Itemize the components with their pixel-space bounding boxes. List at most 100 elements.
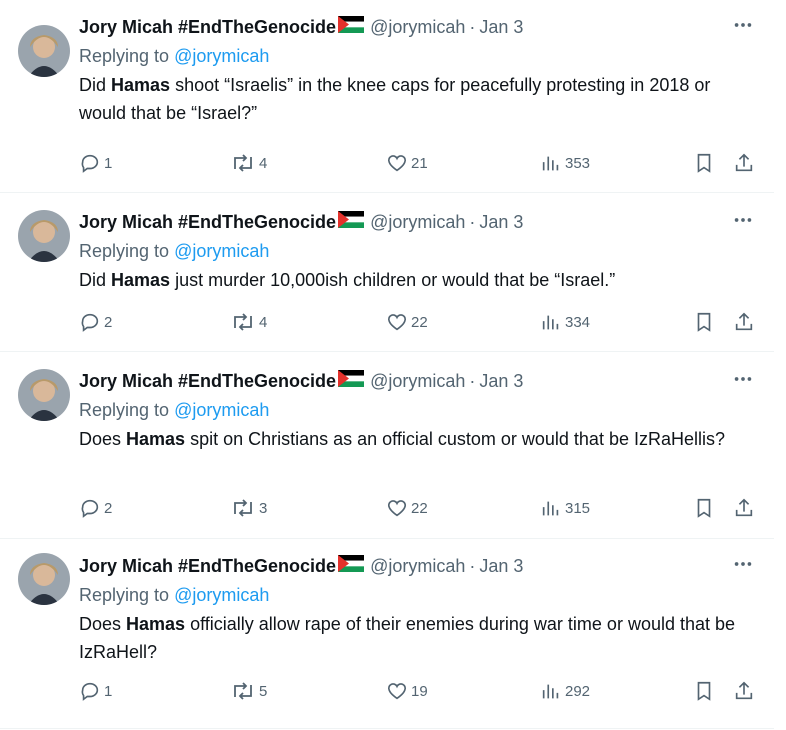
like-button[interactable]: 19 — [386, 680, 428, 702]
handle[interactable]: @jorymicah — [370, 556, 465, 577]
like-count: 21 — [411, 154, 428, 172]
display-name[interactable]: Jory Micah #EndTheGenocide — [79, 212, 336, 233]
tweet-text: Does Hamas spit on Christians as an offi… — [79, 425, 760, 453]
heart-icon — [386, 680, 408, 702]
views-icon — [540, 152, 562, 174]
more-icon[interactable] — [732, 368, 754, 395]
display-name[interactable]: Jory Micah #EndTheGenocide — [79, 17, 336, 38]
tweet-content: Jory Micah #EndTheGenocide @jorymicah · … — [79, 368, 760, 453]
tweet-text-bold: Hamas — [126, 614, 186, 634]
tweet-text: Did Hamas just murder 10,000ish children… — [79, 266, 760, 294]
tweet[interactable]: Jory Micah #EndTheGenocide @jorymicah · … — [0, 539, 774, 729]
repost-icon — [230, 497, 256, 519]
palestine-flag-icon — [338, 370, 365, 392]
bookmark-button[interactable] — [693, 311, 715, 333]
view-count: 315 — [565, 499, 591, 517]
bookmark-icon — [693, 680, 715, 702]
repost-button[interactable]: 4 — [230, 152, 267, 174]
replying-to-label: Replying to — [79, 46, 175, 66]
reply-button[interactable]: 2 — [79, 311, 112, 333]
tweet[interactable]: Jory Micah #EndTheGenocide @jorymicah · … — [0, 352, 774, 539]
tweet[interactable]: Jory Micah #EndTheGenocide @jorymicah · … — [0, 0, 774, 193]
bookmark-icon — [693, 497, 715, 519]
reply-button[interactable]: 1 — [79, 680, 112, 702]
replying-to-mention[interactable]: @jorymicah — [174, 400, 269, 420]
share-icon — [733, 152, 755, 174]
separator: · — [469, 370, 476, 391]
tweet-content: Jory Micah #EndTheGenocide @jorymicah · … — [79, 209, 760, 294]
display-name[interactable]: Jory Micah #EndTheGenocide — [79, 556, 336, 577]
avatar[interactable] — [18, 369, 70, 421]
views-icon — [540, 497, 562, 519]
replying-to: Replying to @jorymicah — [79, 238, 760, 264]
replying-to-mention[interactable]: @jorymicah — [174, 585, 269, 605]
replying-to-mention[interactable]: @jorymicah — [174, 46, 269, 66]
reply-count: 1 — [104, 682, 113, 700]
avatar[interactable] — [18, 25, 70, 77]
palestine-flag-icon — [338, 555, 365, 577]
tweet-content: Jory Micah #EndTheGenocide @jorymicah · … — [79, 14, 760, 127]
share-button[interactable] — [733, 311, 755, 333]
tweet-text-post: spit on Christians as an official custom… — [185, 429, 725, 449]
repost-button[interactable]: 5 — [230, 680, 267, 702]
tweet-header: Jory Micah #EndTheGenocide @jorymicah · … — [79, 368, 760, 394]
views-button[interactable]: 353 — [540, 152, 590, 174]
tweet-actions: 2 3 22 315 — [0, 497, 774, 523]
view-count: 292 — [565, 682, 591, 700]
views-button[interactable]: 292 — [540, 680, 590, 702]
more-icon[interactable] — [732, 14, 754, 41]
reply-button[interactable]: 2 — [79, 497, 112, 519]
replying-to: Replying to @jorymicah — [79, 582, 760, 608]
timestamp[interactable]: Jan 3 — [479, 556, 523, 577]
replying-to: Replying to @jorymicah — [79, 43, 760, 69]
timestamp[interactable]: Jan 3 — [479, 212, 523, 233]
replying-to-label: Replying to — [79, 241, 175, 261]
view-count: 334 — [565, 313, 591, 331]
views-icon — [540, 680, 562, 702]
share-button[interactable] — [733, 152, 755, 174]
replying-to-label: Replying to — [79, 585, 175, 605]
like-count: 22 — [411, 499, 428, 517]
timestamp[interactable]: Jan 3 — [479, 371, 523, 392]
tweet-text-pre: Does — [79, 429, 127, 449]
tweet-text: Did Hamas shoot “Israelis” in the knee c… — [79, 71, 760, 127]
palestine-flag-icon — [338, 211, 365, 233]
share-button[interactable] — [733, 680, 755, 702]
tweet-header: Jory Micah #EndTheGenocide @jorymicah · … — [79, 553, 760, 579]
bookmark-button[interactable] — [693, 497, 715, 519]
more-icon[interactable] — [732, 209, 754, 236]
bookmark-button[interactable] — [693, 152, 715, 174]
tweet-text-pre: Did — [79, 270, 112, 290]
handle[interactable]: @jorymicah — [370, 17, 465, 38]
tweet-text-pre: Did — [79, 75, 112, 95]
more-icon[interactable] — [732, 553, 754, 580]
repost-button[interactable]: 4 — [230, 311, 267, 333]
handle[interactable]: @jorymicah — [370, 371, 465, 392]
tweet-text-bold: Hamas — [126, 429, 186, 449]
views-button[interactable]: 315 — [540, 497, 590, 519]
repost-button[interactable]: 3 — [230, 497, 267, 519]
tweet-actions: 1 5 19 292 — [0, 680, 774, 706]
bookmark-icon — [693, 152, 715, 174]
replying-to-mention[interactable]: @jorymicah — [174, 241, 269, 261]
heart-icon — [386, 152, 408, 174]
tweet[interactable]: Jory Micah #EndTheGenocide @jorymicah · … — [0, 193, 774, 352]
reply-icon — [79, 152, 101, 174]
reply-button[interactable]: 1 — [79, 152, 112, 174]
like-button[interactable]: 22 — [386, 497, 428, 519]
bookmark-button[interactable] — [693, 680, 715, 702]
timestamp[interactable]: Jan 3 — [479, 17, 523, 38]
views-button[interactable]: 334 — [540, 311, 590, 333]
separator: · — [469, 555, 476, 576]
like-button[interactable]: 21 — [386, 152, 428, 174]
tweet-actions: 2 4 22 334 — [0, 311, 774, 337]
display-name[interactable]: Jory Micah #EndTheGenocide — [79, 371, 336, 392]
handle[interactable]: @jorymicah — [370, 212, 465, 233]
like-button[interactable]: 22 — [386, 311, 428, 333]
heart-icon — [386, 497, 408, 519]
share-button[interactable] — [733, 497, 755, 519]
share-icon — [733, 311, 755, 333]
avatar[interactable] — [18, 210, 70, 262]
reply-count: 2 — [104, 499, 113, 517]
avatar[interactable] — [18, 553, 70, 605]
